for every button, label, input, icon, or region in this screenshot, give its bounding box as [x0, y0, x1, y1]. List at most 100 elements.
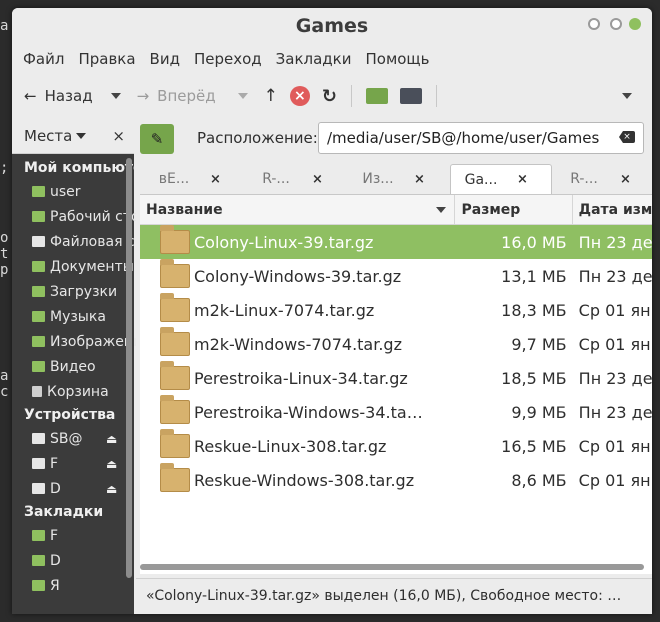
location-input[interactable]: /media/user/SB@/home/user/Games ×	[318, 122, 644, 154]
sidebar-item-bookmark-ya[interactable]: Я	[12, 573, 134, 598]
tab-label: R-...	[262, 171, 290, 187]
menu-go[interactable]: Переход	[187, 50, 269, 68]
folder-icon	[32, 555, 45, 566]
sidebar-item-user[interactable]: user	[12, 179, 134, 204]
tab-label: вЕ...	[158, 171, 190, 187]
sidebar-item-music[interactable]: Музыка	[12, 304, 134, 329]
tab-label: R-...	[570, 171, 598, 187]
file-size: 9,9 МБ	[511, 402, 567, 422]
arrow-left-icon: ←	[24, 87, 37, 105]
file-row[interactable]: Perestroika-Windows-34.ta… 9,9 МБ Пн 23 де	[140, 395, 652, 429]
tab-3[interactable]: Из... ×	[348, 164, 448, 194]
trash-icon	[32, 386, 42, 397]
reload-button[interactable]: ↻	[316, 81, 343, 111]
arrow-right-icon: →	[136, 87, 150, 105]
tab-bar: вЕ... × R-... × Из... × Ga... × R-... ×	[144, 164, 652, 194]
sidebar-item-filesystem[interactable]: Файловая система	[12, 229, 187, 254]
archive-icon	[160, 361, 190, 390]
column-name-label: Название	[146, 201, 223, 218]
file-row[interactable]: m2k-Linux-7074.tar.gz 18,3 МБ Ср 01 ян	[140, 293, 652, 327]
sidebar-item-label: Музыка	[50, 308, 106, 325]
sidebar-item-desktop[interactable]: Рабочий стол	[12, 204, 149, 229]
sidebar-item-downloads[interactable]: Загрузки	[12, 279, 134, 304]
eject-icon[interactable]: ⏏	[106, 457, 117, 471]
tab-2[interactable]: R-... ×	[246, 164, 346, 194]
sidebar-item-label: F	[50, 455, 59, 472]
close-tab-icon[interactable]: ×	[414, 172, 425, 187]
tab-1[interactable]: вЕ... ×	[144, 164, 254, 194]
close-tab-icon[interactable]: ×	[210, 172, 221, 187]
home-button[interactable]	[360, 81, 394, 111]
file-row[interactable]: Reskue-Linux-308.tar.gz 16,5 МБ Ср 01 ян	[140, 429, 652, 463]
pencil-icon: ✎	[150, 130, 164, 148]
minimize-button[interactable]	[588, 18, 600, 30]
main-pane: ✎ Расположение: /media/user/SB@/home/use…	[136, 118, 652, 614]
computer-button[interactable]	[394, 81, 428, 111]
file-name: Reskue-Linux-308.tar.gz	[194, 436, 387, 456]
background-text: ac	[0, 368, 9, 400]
file-row[interactable]: m2k-Windows-7074.tar.gz 9,7 МБ Ср 01 ян	[140, 327, 652, 361]
back-button[interactable]: ← Назад	[18, 81, 99, 111]
tab-label: Из...	[362, 171, 394, 187]
sort-down-icon	[436, 207, 447, 213]
sidebar-scrollbar[interactable]	[126, 158, 132, 578]
more-dropdown[interactable]	[616, 81, 638, 111]
chevron-down-icon	[110, 93, 121, 99]
file-row[interactable]: Colony-Windows-39.tar.gz 13,1 МБ Пн 23 де	[140, 259, 652, 293]
file-name: Reskue-Windows-308.tar.gz	[194, 470, 415, 490]
sidebar-item-label: Загрузки	[50, 283, 118, 300]
horizontal-scrollbar[interactable]	[140, 564, 644, 570]
file-name: Colony-Linux-39.tar.gz	[194, 232, 374, 252]
sidebar-item-documents[interactable]: Документы	[12, 254, 134, 279]
close-tab-icon[interactable]: ×	[312, 172, 323, 187]
back-history-dropdown[interactable]	[105, 81, 127, 111]
sidebar-item-label: SB@	[50, 430, 83, 447]
tab-5[interactable]: R-... ×	[554, 164, 648, 194]
folder-icon	[32, 186, 45, 197]
sidebar-item-trash[interactable]: Корзина	[12, 379, 134, 404]
file-date: Ср 01 ян	[578, 436, 651, 456]
column-name[interactable]: Название	[140, 195, 456, 224]
sidebar-item-videos[interactable]: Видео	[12, 354, 134, 379]
sidebar-section-devices: Устройства	[24, 407, 116, 423]
edit-location-button[interactable]: ✎	[140, 124, 174, 154]
sidebar-item-device-d[interactable]: D ⏏	[12, 476, 134, 501]
close-button[interactable]	[629, 18, 641, 30]
stop-button[interactable]: ×	[284, 81, 316, 111]
menu-bookmarks[interactable]: Закладки	[269, 50, 359, 68]
menu-help[interactable]: Помощь	[358, 50, 436, 68]
close-tab-icon[interactable]: ×	[517, 172, 528, 187]
sidebar-header[interactable]: Места ×	[12, 118, 134, 154]
file-row[interactable]: Reskue-Windows-308.tar.gz 8,6 МБ Ср 01 ян	[140, 463, 652, 497]
sidebar-item-device-sb[interactable]: SB@ ⏏	[12, 426, 134, 451]
titlebar[interactable]: Games	[12, 8, 652, 44]
sidebar-close-button[interactable]: ×	[112, 127, 125, 145]
sidebar-item-pictures[interactable]: Изображения	[12, 329, 150, 354]
file-size: 16,0 МБ	[501, 232, 567, 252]
column-size[interactable]: Размер	[455, 195, 573, 224]
forward-history-dropdown[interactable]	[232, 81, 254, 111]
sidebar-item-bookmark-f[interactable]: F	[12, 523, 134, 548]
menu-file[interactable]: Файл	[16, 50, 71, 68]
toolbar: ← Назад → Вперёд ↑ × ↻	[12, 74, 652, 118]
sidebar-item-bookmark-d[interactable]: D	[12, 548, 134, 573]
stop-icon: ×	[289, 86, 310, 106]
clear-icon[interactable]: ×	[619, 131, 635, 143]
tab-games[interactable]: Ga... ×	[450, 164, 552, 194]
toolbar-separator	[350, 85, 352, 107]
forward-button[interactable]: → Вперёд	[131, 81, 222, 111]
eject-icon[interactable]: ⏏	[106, 482, 117, 496]
eject-icon[interactable]: ⏏	[106, 432, 117, 446]
file-list: Название Размер Дата изм Colony-Linux-39…	[140, 194, 652, 574]
up-button[interactable]: ↑	[258, 81, 284, 111]
drive-icon	[32, 433, 45, 444]
column-date[interactable]: Дата изм	[573, 195, 652, 224]
close-tab-icon[interactable]: ×	[620, 172, 631, 187]
file-size: 18,3 МБ	[501, 300, 567, 320]
sidebar-item-device-f[interactable]: F ⏏	[12, 451, 134, 476]
menu-edit[interactable]: Правка	[71, 50, 142, 68]
maximize-button[interactable]	[610, 18, 622, 30]
file-row[interactable]: Colony-Linux-39.tar.gz 16,0 МБ Пн 23 де	[140, 225, 652, 259]
menu-view[interactable]: Вид	[143, 50, 187, 68]
file-row[interactable]: Perestroika-Linux-34.tar.gz 18,5 МБ Пн 23 …	[140, 361, 652, 395]
